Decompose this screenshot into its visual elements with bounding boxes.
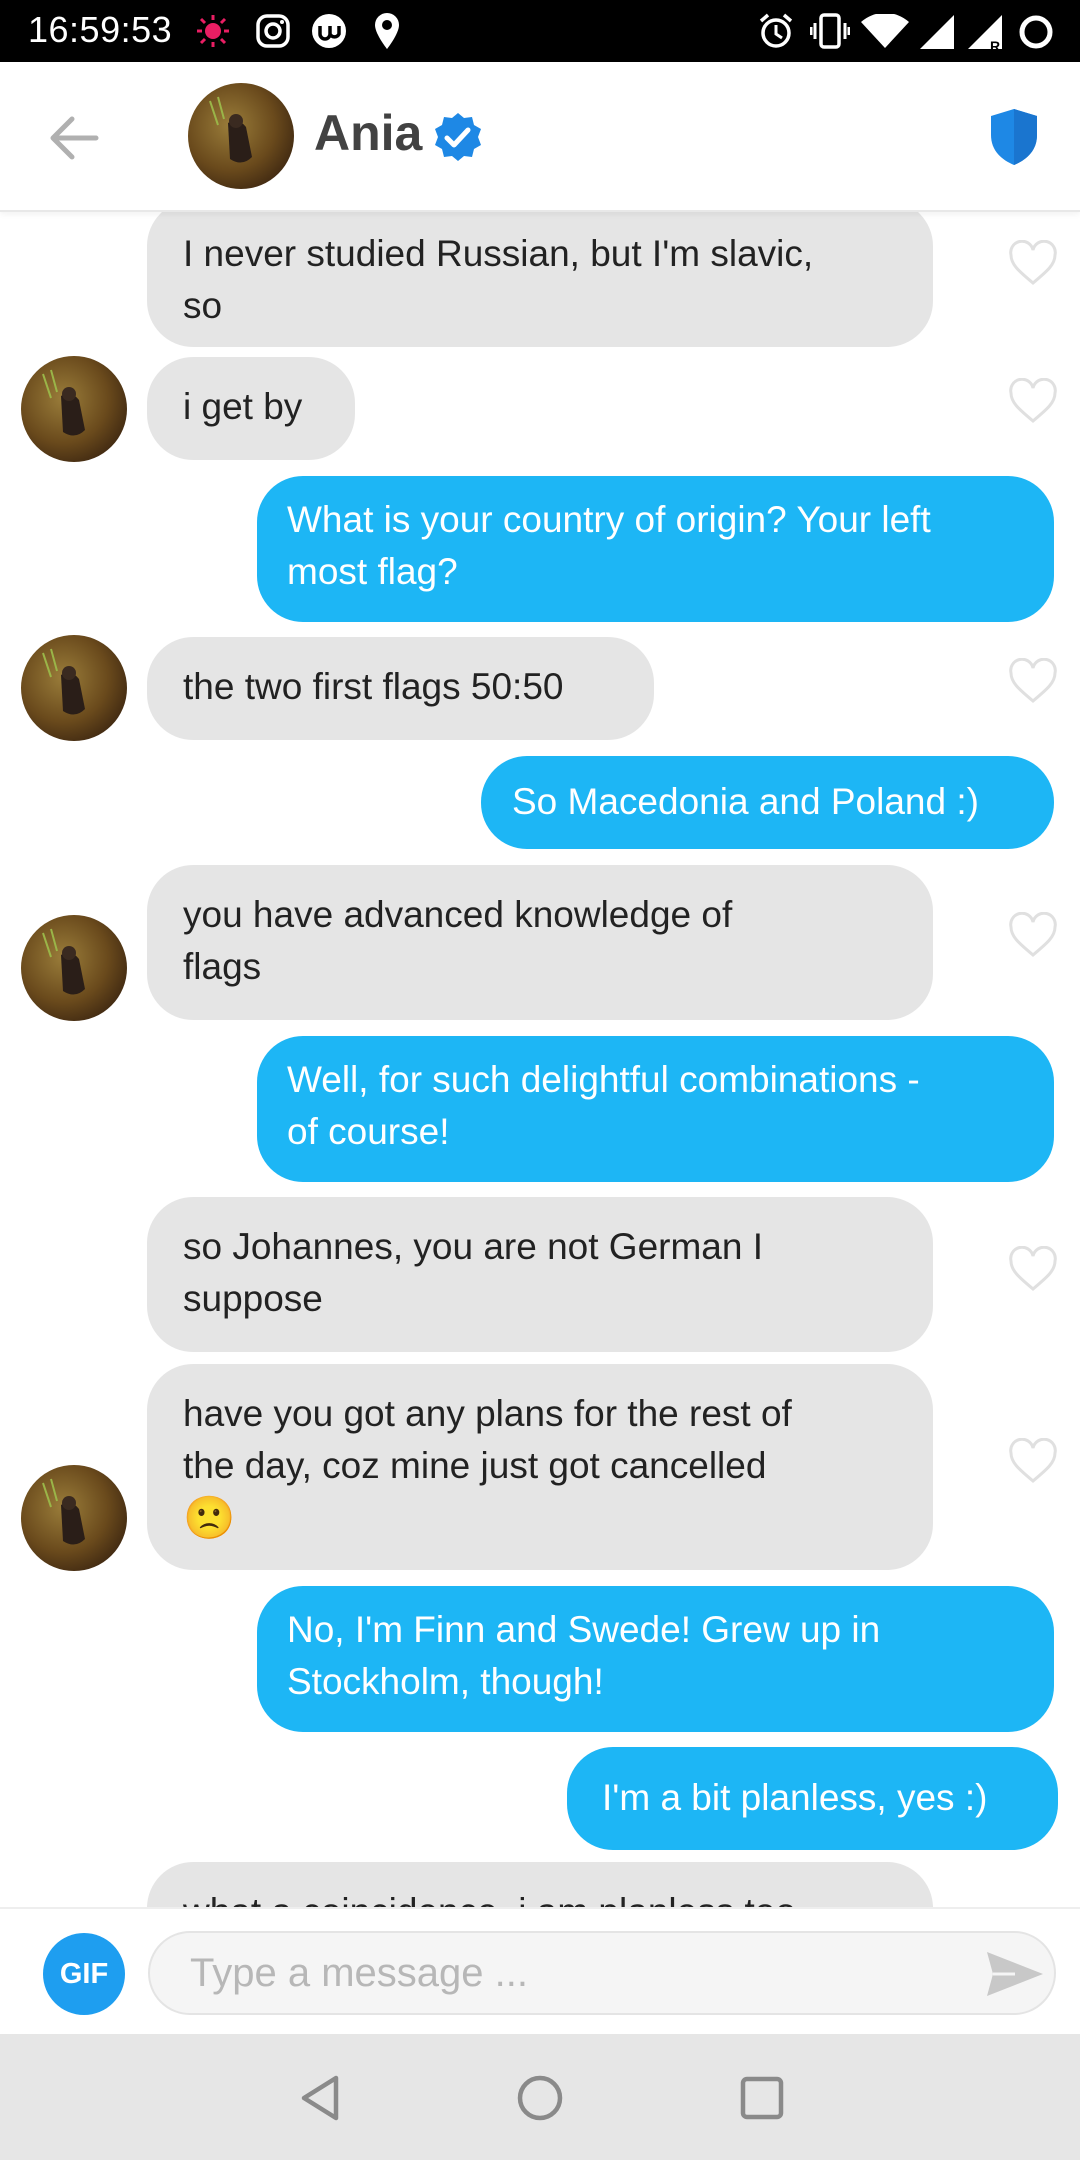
message-text: So Macedonia and Poland :) <box>512 781 979 822</box>
message-bubble-incoming[interactable]: what a coincidence, i am planless too <box>147 1862 933 1907</box>
system-nav-bar <box>0 2034 1080 2160</box>
signal-roaming-icon: R <box>968 15 1002 53</box>
message-text: so <box>183 285 223 326</box>
contact-avatar[interactable] <box>188 83 294 189</box>
message-bubble-incoming[interactable]: you have advanced knowledge of flags <box>147 865 933 1020</box>
home-circle-icon[interactable] <box>512 2070 568 2126</box>
verified-badge-icon <box>435 113 481 161</box>
message-bubble-outgoing[interactable]: I'm a bit planless, yes :) <box>567 1747 1058 1850</box>
message-text: Stockholm, though! <box>287 1661 604 1702</box>
signal-icon <box>920 15 954 49</box>
wifi-icon <box>861 14 909 48</box>
message-text: What is your country of origin? Your lef… <box>287 499 931 540</box>
back-triangle-icon[interactable] <box>292 2070 348 2126</box>
message-text: No, I'm Finn and Swede! Grew up in <box>287 1609 881 1650</box>
message-input[interactable] <box>148 1931 1056 2015</box>
status-time: 16:59:53 <box>28 9 173 50</box>
vibrate-icon <box>810 13 850 49</box>
contact-avatar-small[interactable] <box>21 635 127 741</box>
battery-icon <box>1019 15 1053 49</box>
contact-avatar-small[interactable] <box>21 1465 127 1571</box>
shield-icon[interactable] <box>988 107 1040 167</box>
message-bubble-incoming[interactable]: so Johannes, you are not German I suppos… <box>147 1197 933 1352</box>
message-text: of course! <box>287 1111 450 1152</box>
message-text: I never studied Russian, but I'm slavic, <box>183 233 814 274</box>
contact-name[interactable]: Ania <box>314 104 422 162</box>
message-bubble-incoming[interactable]: the two first flags 50:50 <box>147 637 654 740</box>
message-text: I'm a bit planless, yes :) <box>602 1777 988 1818</box>
message-text: most flag? <box>287 551 458 592</box>
message-text: Well, for such delightful combinations - <box>287 1059 920 1100</box>
heart-icon[interactable] <box>1008 1246 1058 1292</box>
gif-button[interactable]: GIF <box>43 1933 125 2015</box>
message-text: flags <box>183 946 262 987</box>
svg-text:R: R <box>990 38 1000 53</box>
chat-header: Ania <box>0 62 1080 212</box>
recents-square-icon[interactable] <box>734 2070 790 2126</box>
contact-avatar-small[interactable] <box>21 356 127 462</box>
message-text: the day, coz mine just got cancelled <box>183 1445 767 1486</box>
message-bubble-outgoing[interactable]: No, I'm Finn and Swede! Grew up in Stock… <box>257 1586 1054 1732</box>
status-bar: 16:59:53 R <box>0 0 1080 62</box>
message-text: suppose <box>183 1278 323 1319</box>
message-bubble-outgoing[interactable]: Well, for such delightful combinations -… <box>257 1036 1054 1182</box>
message-list[interactable]: I never studied Russian, but I'm slavic,… <box>0 212 1080 1907</box>
message-bubble-outgoing[interactable]: What is your country of origin? Your lef… <box>257 476 1054 622</box>
contact-avatar-small[interactable] <box>21 915 127 1021</box>
sad-face-emoji: 🙁 <box>183 1494 236 1541</box>
message-text: have you got any plans for the rest of <box>183 1393 792 1434</box>
message-bubble-incoming[interactable]: have you got any plans for the rest of t… <box>147 1364 933 1570</box>
app-icon <box>312 14 346 48</box>
heart-icon[interactable] <box>1008 912 1058 958</box>
message-text: you have advanced knowledge of <box>183 894 733 935</box>
heart-icon[interactable] <box>1008 240 1058 286</box>
alarm-icon <box>759 13 793 48</box>
location-icon <box>375 13 399 49</box>
arrow-left-icon[interactable] <box>44 108 104 168</box>
message-text: so Johannes, you are not German I <box>183 1226 764 1267</box>
message-text: the two first flags 50:50 <box>183 666 564 707</box>
message-bubble-incoming[interactable]: i get by <box>147 357 355 460</box>
heart-icon[interactable] <box>1008 658 1058 704</box>
message-text: i get by <box>183 386 303 427</box>
message-bubble-incoming[interactable]: I never studied Russian, but I'm slavic,… <box>147 212 933 347</box>
message-bubble-outgoing[interactable]: So Macedonia and Poland :) <box>481 756 1054 849</box>
heart-icon[interactable] <box>1008 378 1058 424</box>
heart-icon[interactable] <box>1008 1438 1058 1484</box>
message-text: what a coincidence, i am planless too <box>183 1886 897 1907</box>
message-composer: GIF <box>0 1907 1080 2034</box>
send-icon[interactable] <box>985 1949 1045 1999</box>
notification-dot-icon <box>197 15 229 47</box>
instagram-icon <box>256 14 290 48</box>
